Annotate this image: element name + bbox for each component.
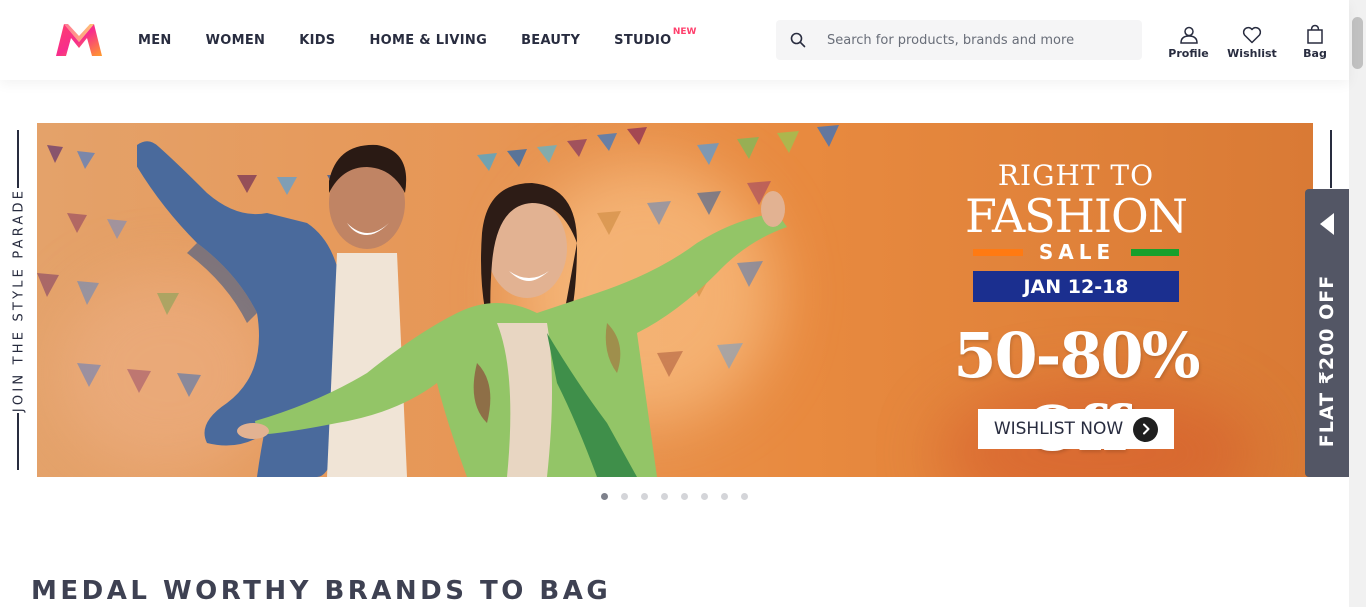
carousel-dot[interactable] xyxy=(621,493,628,500)
profile-button[interactable]: Profile xyxy=(1160,22,1217,60)
wishlist-now-button[interactable]: WISHLIST NOW xyxy=(978,409,1174,449)
carousel-dots xyxy=(601,493,748,500)
search-bar[interactable] xyxy=(776,20,1142,60)
nav-label: MEN xyxy=(138,32,172,48)
nav-label: WOMEN xyxy=(205,32,266,48)
nav-item-beauty[interactable]: BEAUTY xyxy=(504,0,597,80)
headline-main: FASHION xyxy=(965,189,1188,243)
sale-label: SALE xyxy=(1038,240,1116,264)
wishlist-button[interactable]: Wishlist xyxy=(1219,22,1285,60)
carousel-dot[interactable] xyxy=(681,493,688,500)
scrollbar-thumb[interactable] xyxy=(1352,17,1363,69)
nav-label: HOME & LIVING xyxy=(369,32,488,48)
sale-row: SALE xyxy=(973,240,1179,264)
myntra-logo-icon[interactable] xyxy=(54,22,104,58)
profile-label: Profile xyxy=(1168,47,1209,60)
search-input[interactable] xyxy=(820,20,1120,60)
nav-label: STUDIO xyxy=(614,32,672,48)
nav-item-kids[interactable]: KIDS xyxy=(282,0,352,80)
carousel-dot[interactable] xyxy=(641,493,648,500)
headline-top: RIGHT TO xyxy=(997,159,1155,192)
page-scrollbar[interactable] xyxy=(1349,0,1366,607)
hero-banner[interactable]: RIGHT TO FASHION SALE JAN 12-18 50-80% O… xyxy=(37,123,1313,477)
carousel-dot[interactable] xyxy=(721,493,728,500)
side-divider-bottom xyxy=(17,413,19,470)
flat-offer-text: FLAT ₹200 OFF xyxy=(1316,274,1338,448)
main-nav: MEN WOMEN KIDS HOME & LIVING BEAUTY STUD… xyxy=(121,0,697,80)
bag-label: Bag xyxy=(1303,47,1327,60)
cta-label: WISHLIST NOW xyxy=(993,419,1124,439)
search-icon[interactable] xyxy=(776,20,820,60)
right-divider xyxy=(1330,130,1332,188)
header-actions: Profile Wishlist Bag xyxy=(1160,22,1341,60)
flat-offer-tab[interactable]: FLAT ₹200 OFF xyxy=(1305,189,1349,477)
bag-button[interactable]: Bag xyxy=(1289,22,1341,60)
new-badge: NEW xyxy=(672,27,697,37)
nav-label: BEAUTY xyxy=(521,32,581,48)
models-illustration xyxy=(137,141,787,477)
chevron-right-icon xyxy=(1133,416,1159,442)
carousel-dot[interactable] xyxy=(701,493,708,500)
nav-item-men[interactable]: MEN xyxy=(121,0,189,80)
nav-item-home-living[interactable]: HOME & LIVING xyxy=(352,0,504,80)
section-title: MEDAL WORTHY BRANDS TO BAG xyxy=(31,576,612,606)
nav-label: KIDS xyxy=(299,32,336,48)
bag-icon xyxy=(1306,22,1324,44)
heart-icon xyxy=(1242,22,1262,44)
carousel-dot[interactable] xyxy=(601,493,608,500)
side-divider-top xyxy=(17,130,19,188)
carousel-dot[interactable] xyxy=(661,493,668,500)
nav-item-studio[interactable]: STUDIO NEW xyxy=(597,0,697,80)
sale-dates: JAN 12-18 xyxy=(973,271,1179,302)
wishlist-label: Wishlist xyxy=(1227,47,1277,60)
flag-stripe-orange xyxy=(973,248,1023,256)
profile-icon xyxy=(1179,22,1199,44)
flag-stripe-green xyxy=(1130,248,1179,256)
carousel-dot[interactable] xyxy=(741,493,748,500)
nav-item-women[interactable]: WOMEN xyxy=(189,0,283,80)
style-parade-tagline: JOIN THE STYLE PARADE xyxy=(11,187,27,413)
site-header: MEN WOMEN KIDS HOME & LIVING BEAUTY STUD… xyxy=(0,0,1349,80)
caret-left-icon xyxy=(1320,213,1334,240)
